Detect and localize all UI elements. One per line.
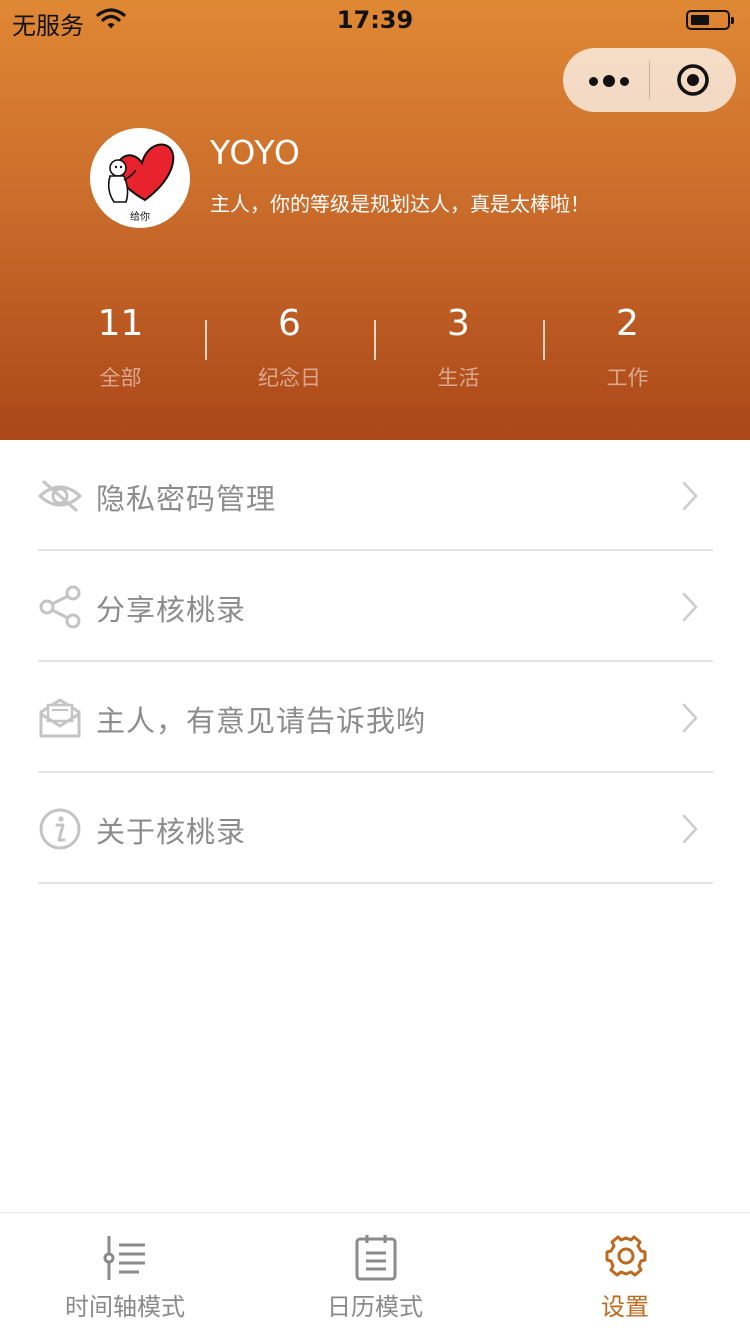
menu-item-label: 分享核桃录 [96, 593, 247, 627]
clock: 17:39 [336, 6, 414, 34]
target-icon [677, 64, 709, 96]
stat-value: 2 [616, 303, 639, 344]
profile-header: 无服务 17:39 给你 YOYO 主人，你的等级是规划达人，真是太棒啦！ 11… [0, 0, 750, 440]
more-button[interactable] [563, 48, 649, 112]
stat-value: 3 [447, 303, 470, 344]
close-miniprogram-button[interactable] [650, 48, 736, 112]
tab-settings[interactable]: 设置 [500, 1213, 750, 1335]
status-bar: 无服务 17:39 [0, 0, 750, 40]
avatar-caption: 给你 [130, 212, 150, 223]
stat-work[interactable]: 2 工作 [543, 300, 712, 392]
mail-icon [39, 698, 81, 738]
chevron-right-icon [682, 814, 698, 844]
tab-label: 设置 [601, 1293, 649, 1321]
settings-menu: 隐私密码管理 分享核桃录 主人，有意见请告诉我哟 关于核桃录 [38, 440, 713, 884]
menu-item-label: 关于核桃录 [96, 815, 247, 849]
stat-label: 纪念日 [258, 366, 321, 390]
stat-label: 工作 [606, 366, 649, 390]
chevron-right-icon [682, 592, 698, 622]
chevron-right-icon [682, 703, 698, 733]
battery-icon [686, 10, 734, 30]
user-level-motto: 主人，你的等级是规划达人，真是太棒啦！ [210, 192, 590, 216]
clipboard-icon [355, 1235, 397, 1281]
timeline-icon [103, 1236, 145, 1280]
stat-value: 6 [278, 303, 301, 344]
chevron-right-icon [682, 481, 698, 511]
stats-row: 11 全部 6 纪念日 3 生活 2 工作 [36, 300, 713, 400]
miniprogram-capsule [563, 48, 736, 112]
menu-item-about[interactable]: 关于核桃录 [38, 773, 713, 884]
stat-label: 全部 [99, 366, 142, 390]
menu-item-label: 主人，有意见请告诉我哟 [96, 704, 427, 738]
stat-value: 11 [97, 303, 144, 344]
stat-anniversary[interactable]: 6 纪念日 [205, 300, 374, 392]
tab-label: 日历模式 [327, 1293, 423, 1321]
stat-all[interactable]: 11 全部 [36, 300, 205, 392]
info-icon [39, 808, 81, 850]
tab-bar: 时间轴模式 日历模式 设置 [0, 1212, 750, 1335]
stat-life[interactable]: 3 生活 [374, 300, 543, 392]
more-dots-icon [589, 75, 629, 87]
menu-item-privacy-password[interactable]: 隐私密码管理 [38, 440, 713, 551]
share-icon [39, 585, 81, 629]
eye-hidden-icon [38, 480, 82, 512]
menu-item-feedback[interactable]: 主人，有意见请告诉我哟 [38, 662, 713, 773]
menu-item-label: 隐私密码管理 [96, 482, 277, 516]
username: YOYO [210, 133, 301, 172]
tab-calendar[interactable]: 日历模式 [250, 1213, 500, 1335]
tab-label: 时间轴模式 [65, 1293, 185, 1321]
avatar[interactable]: 给你 [90, 128, 190, 228]
stat-label: 生活 [437, 366, 480, 390]
tab-timeline[interactable]: 时间轴模式 [0, 1213, 250, 1335]
menu-item-share[interactable]: 分享核桃录 [38, 551, 713, 662]
gear-icon [605, 1235, 647, 1277]
